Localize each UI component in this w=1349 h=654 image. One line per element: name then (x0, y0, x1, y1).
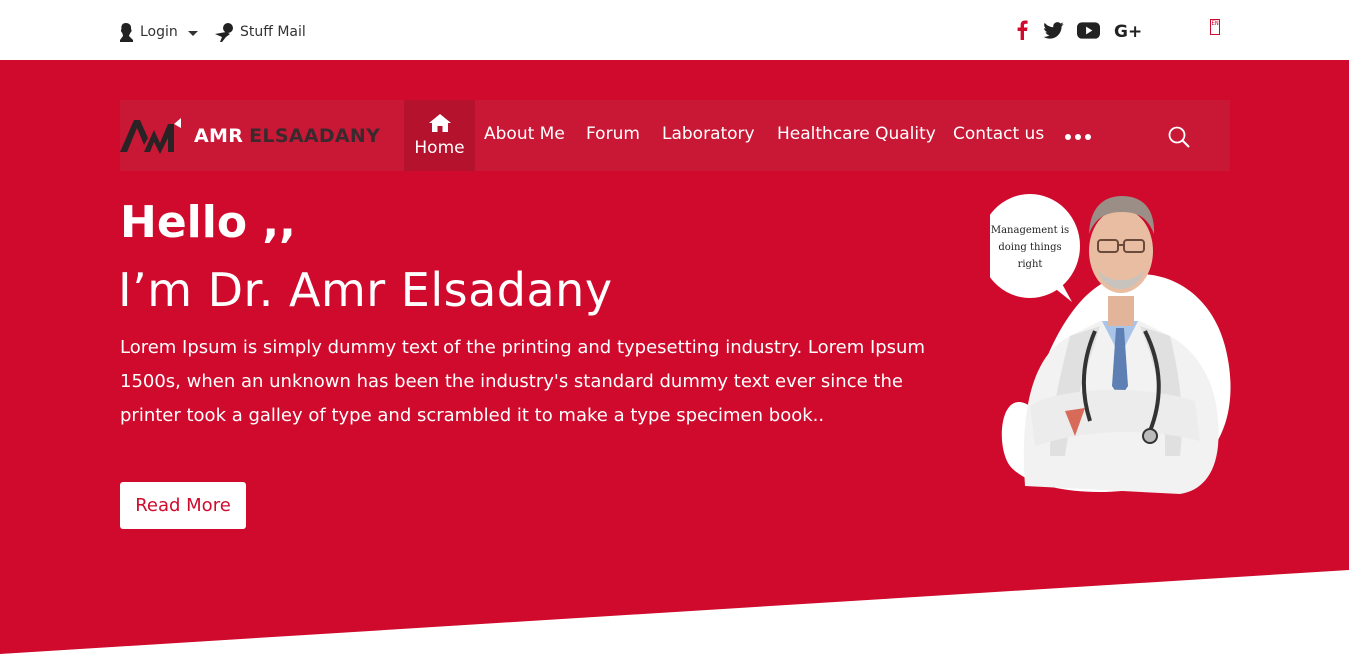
stuff-mail-link[interactable]: Stuff Mail (214, 22, 306, 42)
login-label: Login (140, 24, 178, 40)
hero-greeting: Hello ,, (120, 197, 296, 248)
nav-item-contact-us[interactable]: Contact us (953, 124, 1044, 144)
stuff-mail-label: Stuff Mail (240, 24, 306, 40)
hero-section: AMR ELSAADANY Home About Me Forum Laborat… (0, 60, 1349, 654)
facebook-icon[interactable] (1014, 18, 1030, 42)
top-bar: Login Stuff Mail G+ EN (0, 0, 1349, 60)
language-flag-icon[interactable]: EN (1210, 19, 1220, 35)
nav-item-about-me[interactable]: About Me (484, 124, 565, 144)
doctor-illustration (990, 194, 1231, 494)
mail-user-icon (215, 23, 233, 42)
nav-item-home[interactable]: Home (404, 100, 475, 171)
home-icon (428, 113, 451, 132)
nav-item-laboratory[interactable]: Laboratory (662, 124, 755, 144)
brand-last-name: ELSAADANY (249, 124, 381, 147)
svg-text:G+: G+ (1114, 22, 1141, 39)
google-plus-icon[interactable]: G+ (1113, 18, 1141, 42)
search-icon[interactable] (1168, 126, 1190, 148)
am-logo-icon (120, 117, 181, 154)
twitter-icon[interactable] (1042, 18, 1064, 42)
user-icon (120, 23, 133, 42)
read-more-button[interactable]: Read More (120, 482, 246, 529)
chevron-down-icon (187, 30, 198, 36)
more-menu-icon[interactable] (1065, 134, 1091, 140)
brand-first-name: AMR (194, 124, 244, 147)
speech-bubble-text: Management is doing things right (990, 225, 1070, 270)
hero-name-heading: I’m Dr. Amr Elsadany (118, 263, 613, 317)
nav-item-forum[interactable]: Forum (586, 124, 640, 144)
login-menu[interactable]: Login (119, 22, 198, 42)
nav-item-healthcare-quality[interactable]: Healthcare Quality (777, 124, 936, 144)
nav-item-label: Home (414, 137, 465, 158)
brand-logo[interactable]: AMR ELSAADANY (120, 100, 404, 171)
youtube-icon[interactable] (1076, 18, 1100, 42)
hero-description: Lorem Ipsum is simply dummy text of the … (120, 337, 925, 426)
